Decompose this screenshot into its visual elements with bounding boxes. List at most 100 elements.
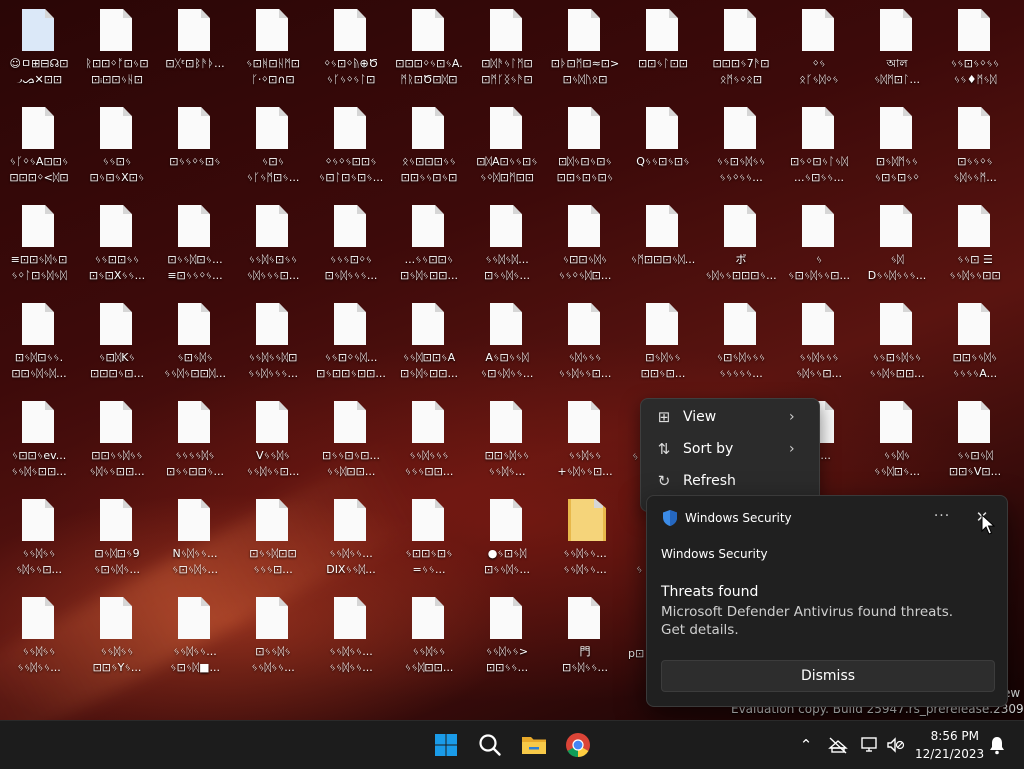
desktop-file-icon[interactable]: ᛃᛃ⊡ ☰ ᛃᛃᛞᛃᛃ⊡⊡ <box>936 196 1014 292</box>
desktop-file-icon[interactable]: ᛃᛃᛞᛃᛃ... ᛃ⊡ᛃᛞ■... <box>156 588 234 684</box>
desktop-file-icon[interactable]: ●ᛃ⊡ᛃᛞ ⊡ᛃᛃᛞᛃ... <box>468 490 546 586</box>
desktop-file-icon[interactable]: ᛃᛃᛞᛃ ᛃᛃᛞ⊡ᛃ... <box>858 392 936 488</box>
desktop-file-icon[interactable]: ...ᛃᛃ⊡⊡ᛃ ⊡ᛃᛞᛃ⊡⊡... <box>390 196 468 292</box>
desktop-file-icon[interactable]: ☺ㅁ⊞⊟☊⊡ ᎕ᯀ✕⊡⊡ <box>0 0 78 96</box>
desktop-file-icon[interactable]: ᛃᛃ⊡ᛃᛞᛃᛃ ᛃᛃᛞᛃ⊡⊡... <box>858 294 936 390</box>
desktop-file-icon[interactable]: ⊡ᛃᛞᛃᛃ ⊡⊡ᛃ⊡... <box>624 294 702 390</box>
partial-icon-label: p⊡ <box>628 647 645 660</box>
desktop-file-icon[interactable]: ⊡ᛃᛃᛞ⊡⊡ ᛃᛃᛃ⊡... <box>234 490 312 586</box>
desktop-file-icon[interactable]: ᛃᛃ⊡⊡ᛃᛃ ⊡ᛃ⊡Xᛃᛃ... <box>78 196 156 292</box>
desktop-file-icon[interactable]: ᛃᛃᛃᛃᛞᛃ ⊡ᛃᛃ⊡⊡ᛃ... <box>156 392 234 488</box>
desktop-file-icon[interactable]: ⊡ᛃᛞᛗᛃᛃ ᛃ⊡ᛃ⊡ᛃᛜ <box>858 98 936 194</box>
desktop-file-icon[interactable]: ⊡⊡ᛃᛃᛞᛃᛃ ᛃᛞᛃᛃ⊡⊡... <box>78 392 156 488</box>
desktop-file-icon[interactable]: ⊡ᛃᛞ⊡ᛃ9 ᛃ⊡ᛃᛞᛃ... <box>78 490 156 586</box>
file-icon <box>22 499 54 541</box>
menu-item-sort-by[interactable]: ⇅ Sort by › <box>645 434 815 464</box>
network-icon[interactable] <box>859 734 881 756</box>
desktop-file-icon[interactable]: ⊡ᛃᛜ⊡ᛃᛚᛃᛞ ...ᛃ⊡ᛃᛃ... <box>780 98 858 194</box>
desktop-file-icon[interactable]: ⊡ᚷᵋ⊡ᛒᚫᚦ... <box>156 0 234 96</box>
desktop-file-icon[interactable]: ᛃᛃᛞᛃᛃ +ᛃᛞᛃᛃ⊡... <box>546 392 624 488</box>
desktop-file-icon[interactable]: ᛃᛃᛞᛃᛃ ᛃᛃᛞ⊡⊡... <box>390 588 468 684</box>
file-icon <box>958 303 990 345</box>
desktop-file-icon[interactable]: ᛃᛞ Dᛃᛃᛞᛃᛃᛃ... <box>858 196 936 292</box>
desktop-file-icon[interactable]: ᛃ⊡ᛃᛞᛃᛃᛃ ᛃᛃᛃᛃᛃ... <box>702 294 780 390</box>
desktop-file-icon[interactable]: ⊡ᛃᛃᛜᛃ⊡ᛃ <box>156 98 234 194</box>
search-button[interactable] <box>472 727 508 763</box>
desktop-file-icon[interactable]: ᛃᛃᛞᛃᛃᛃ ᛃᛃᛃ⊡⊡... <box>390 392 468 488</box>
desktop-file-icon[interactable]: ᛃᛗ⊡⊡⊡ᛃᛞ... <box>624 196 702 292</box>
desktop-file-icon[interactable]: ᛃ⊡⊡ᛃev... ᛃᛃᛞᛃ⊡⊡... <box>0 392 78 488</box>
desktop-file-icon[interactable]: ᛃᛃᛞᛃᛃ ᛃᛞᛃᛃ⊡... <box>0 490 78 586</box>
desktop-file-icon[interactable]: আল ᛃᛞᛗ⊡ᛚ... <box>858 0 936 96</box>
desktop-file-icon[interactable]: ᛃ⊡ᛃ ᛃᚴᛃᛗ⊡ᛃ... <box>234 98 312 194</box>
desktop-file-icon[interactable]: ᛃ ᛃ⊡ᛃᛞᛃᛃ⊡... <box>780 196 858 292</box>
desktop-file-icon[interactable]: ᛃ⊡ᛃᛞᛃ ᛃᛃᛞᛃ⊡⊡ᛞ... <box>156 294 234 390</box>
desktop-file-icon[interactable]: ᛃᛃᛞᛃᛃᛞ⊡ ᛃᛃᛞᛃᛃᛃ... <box>234 294 312 390</box>
desktop-file-icon[interactable]: ᛜᛃ⊡ᛜᚥ⊕Ծ ᛃᚴᛃᛜᛃᛚ⊡ <box>312 0 390 96</box>
desktop-file-icon[interactable]: ⊡ᛞᛃ⊡ᛃ⊡ᛃ ⊡⊡ᛃ⊡ᛃ⊡ᛃ <box>546 98 624 194</box>
desktop-file-icon[interactable]: ᚱ⊡⊡ᛜᚩ⊡ᛃ⊡ ⊡ᵢ⊡⊡ᛃᚺ⊡ <box>78 0 156 96</box>
desktop-file-icon[interactable]: Qᛃᛃ⊡ᛃ⊡ᛃ <box>624 98 702 194</box>
desktop-file-icon[interactable]: ᛃᛃᛞᛃᛃ... ᛃᛃᛞᛃᛃ... <box>546 490 624 586</box>
desktop-file-icon[interactable]: ボ ᛃᛞᛃᛃ⊡⊡⊡ᛃ... <box>702 196 780 292</box>
show-hidden-icons-chevron-icon[interactable]: ⌃ <box>795 734 817 756</box>
desktop-file-icon[interactable]: 門 ⊡ᛃᛞᛃᛃ... <box>546 588 624 684</box>
chrome-button[interactable] <box>560 727 596 763</box>
desktop-file-icon[interactable]: ᛃᛃᛞᛃᛞ... ⊡ᛃᛃᛞᛃ... <box>468 196 546 292</box>
desktop-file-icon[interactable]: ᛃᛃᛃ⊡ᛜᛃ ⊡ᛃᛞᛃᛃᛃ... <box>312 196 390 292</box>
more-options-button[interactable]: ··· <box>927 505 957 529</box>
desktop-file-icon[interactable]: ᛃ⊡⊡ᛃ⊡ᛃ =ᛃᛃ... <box>390 490 468 586</box>
desktop-file-icon[interactable]: ᛃ⊡ᚻ⊡ᚺᛗ⊡ ᚴ⋅ᛜ⊡∩⊡ <box>234 0 312 96</box>
dismiss-button[interactable]: Dismiss <box>661 660 995 692</box>
windows-security-notification[interactable]: Windows Security ··· ✕ Windows Security … <box>646 495 1008 707</box>
desktop-file-icon[interactable]: ᛃ⊡⊡ᛃᛞᛃ ᛃᛃᛜᛃᛞ⊡... <box>546 196 624 292</box>
desktop-file-label: ᛜᛃᛜᛃ⊡⊡ᛃ ᛃ⊡ᛚ⊡ᛃ⊡ᛃ... <box>318 155 384 184</box>
desktop-file-icon[interactable]: ᛃᛃᛞᛃ⊡ᛃᛃ ᛃᛞᛃᛃᛃ⊡... <box>234 196 312 292</box>
desktop-file-icon[interactable]: ⊡ᛃᛃᛜᛃ ᛃᛞᛃᛃᛗ... <box>936 98 1014 194</box>
desktop-file-icon[interactable]: Nᛃᛞᛃᛃ... ᛃ⊡ᛃᛞᛃ... <box>156 490 234 586</box>
desktop-file-icon[interactable]: ᛃᛃᛞᛃᛃᛃ ᛃᛞᛃᛃ⊡... <box>780 294 858 390</box>
desktop-file-icon[interactable]: ᛜᛃ ᛟᚴᛃᛞᛜᛃ <box>780 0 858 96</box>
desktop-file-icon[interactable]: Aᛃ⊡ᛃᛃᛞ ᛃ⊡ᛃᛞᛃᛃ... <box>468 294 546 390</box>
desktop-file-icon[interactable]: ⊡ᛃᛃᛞᛃ ᛃᛃᛞᛃᛃ... <box>234 588 312 684</box>
desktop-file-icon[interactable]: Vᛃᛃᛞᛃ ᛃᛃᛞᛃᛃ⊡... <box>234 392 312 488</box>
desktop-file-icon[interactable]: ᛃᛃᛞᛃᛃ> ⊡⊡ᛃᛃ... <box>468 588 546 684</box>
desktop-file-icon[interactable]: ᛃᛃᛞ⊡⊡ᛃA ⊡ᛃᛞᛃ⊡⊡... <box>390 294 468 390</box>
taskbar-clock[interactable]: 8:56 PM 12/21/2023 <box>915 727 984 763</box>
desktop-file-icon[interactable]: ⊡ᛞA⊡ᛃᛃ⊡ᛃ ᛃᛜᛞ⊡ᛗ⊡⊡ <box>468 98 546 194</box>
desktop-file-icon[interactable]: ⊡ᛞᚫᛃᛚᛗ⊡ ⊡ᛗᚴᛝᛃᚫ⊡ <box>468 0 546 96</box>
desktop-file-icon[interactable]: ᛃ⊡ᛞKᛃ ⊡⊡⊡ᛃ⊡... <box>78 294 156 390</box>
menu-item-view[interactable]: ⊞ View › <box>645 402 815 432</box>
desktop-file-icon[interactable]: ⊡⊡ᛃᛞᛃᛃ ᛃᛃᛞᛃ... <box>468 392 546 488</box>
desktop-file-icon[interactable]: ⊡ᛃᛞ⊡ᛃᛃ. ⊡⊡ᛃᛞᛃᛞ... <box>0 294 78 390</box>
desktop-file-icon[interactable]: ᛃᚴᛜᛃA⊡⊡ᛃ ⊡⊡⊡ᛜ<ᛞ⊡ <box>0 98 78 194</box>
desktop-file-icon[interactable]: ᛃᛃ⊡ᛃ ⊡ᛃ⊡ᛃX⊡ᛃ <box>78 98 156 194</box>
desktop-file-icon[interactable]: ᛃᛃᛞᛃᛃ... ᛃᛃᛞᛃᛃ... <box>312 588 390 684</box>
file-explorer-button[interactable] <box>516 727 552 763</box>
start-button[interactable] <box>428 727 464 763</box>
desktop-file-icon[interactable]: ⊡ᚦ⊡ᛗ⊡≈⊡> ⊡ᛃᛞᚢᛟ⊡ <box>546 0 624 96</box>
desktop-file-label: ⊡ᛃᛜ⊡ᛃᛚᛃᛞ ...ᛃ⊡ᛃᛃ... <box>789 155 849 184</box>
notification-bell-icon[interactable] <box>986 734 1008 756</box>
menu-item-refresh[interactable]: ↻ Refresh <box>645 466 815 496</box>
desktop-file-icon[interactable]: ⊡⊡⊡ᛃ7ᚫ⊡ ᛟᛗᛃᛜᛟ⊡ <box>702 0 780 96</box>
volume-muted-icon[interactable] <box>884 734 906 756</box>
no-network-icon[interactable] <box>827 734 849 756</box>
desktop-file-icon[interactable]: ≡⊡⊡ᛃᛞᛃ⊡ ᛃᛜᛚ⊡ᛃᛞᛃᛞ <box>0 196 78 292</box>
desktop-file-icon[interactable]: ᛃᛃᛞᛃᛃ... DIXᛃᛃᛞ... <box>312 490 390 586</box>
desktop-file-icon[interactable]: ⊡⊡ᛃᛚ⊡⊡ <box>624 0 702 96</box>
desktop-file-icon[interactable]: ᛃᛃᛞᛃᛃ ⊡⊡ᛃYᛃ... <box>78 588 156 684</box>
desktop-file-icon[interactable]: ᛟᛃ⊡⊡⊡ᛃᛃ ⊡⊡ᛃᛃ⊡ᛃ⊡ <box>390 98 468 194</box>
desktop-file-icon[interactable]: ⊡⊡⊡ᛜᛃ⊡ᛃA. ᛗᚱ⊡Ծ⊡ᛞ⊡ <box>390 0 468 96</box>
desktop-file-icon[interactable]: ⊡ᛃᛃᛞ⊡ᛃ... ≡⊡ᛃᛃᛜᛃ... <box>156 196 234 292</box>
desktop-file-icon[interactable]: ᛃᛃ⊡ᛃᛜᛃᛃ ᛃᛃ♦ᛗᛃᛞ <box>936 0 1014 96</box>
desktop-file-icon[interactable]: ᛃᛃ⊡ᛜᛃᛞ... ⊡ᛃ⊡⊡ᛃ⊡⊡... <box>312 294 390 390</box>
desktop-file-label: ᛃ⊡⊡ᛃᛞᛃ ᛃᛃᛜᛃᛞ⊡... <box>558 253 612 282</box>
desktop-file-icon[interactable]: ᛃᛃ⊡ᛃᛞᛃᛃ ᛃᛃᛜᛃᛃ... <box>702 98 780 194</box>
desktop-file-icon[interactable]: ᛜᛃᛜᛃ⊡⊡ᛃ ᛃ⊡ᛚ⊡ᛃ⊡ᛃ... <box>312 98 390 194</box>
desktop-file-icon[interactable]: ᛃᛃᛞᛃᛃ ᛃᛃᛞᛃᛃ... <box>0 588 78 684</box>
desktop-file-icon[interactable]: ⊡ᛃᛃ⊡ᛃ⊡... ᛃᛃᛞ⊡⊡... <box>312 392 390 488</box>
desktop-file-icon[interactable]: ᛃᛃ⊡ᛃᛞ ⊡⊡ᛃV⊡... <box>936 392 1014 488</box>
desktop-file-icon[interactable]: ᛃᛞᛃᛃᛃ ᛃᛃᛞᛃᛃ⊡... <box>546 294 624 390</box>
desktop-file-icon[interactable]: ⊡⊡ᛃᛃᛞᛃ ᛃᛃᛃᛃA... <box>936 294 1014 390</box>
